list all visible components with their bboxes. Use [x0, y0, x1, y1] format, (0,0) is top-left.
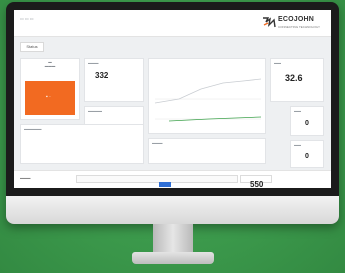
secondary-label: ▬▬▬▬	[88, 109, 102, 113]
side-card-top: ▬▬ 0	[290, 106, 324, 136]
orange-status-tile[interactable]: ▪ ·	[25, 81, 75, 115]
status-caption: ▬ ▬▬▬	[44, 60, 56, 68]
status-panel: ▬ ▬▬▬ ▪ ·	[20, 58, 80, 120]
footer-button[interactable]	[159, 182, 171, 187]
kpi-right-value: 32.6	[285, 73, 303, 83]
trend-chart-canvas	[154, 78, 262, 122]
kpi-left-label: ▬▬▬	[88, 61, 99, 65]
monitor-stand-base	[132, 252, 214, 264]
status-tile-glyph: ▪ ·	[46, 94, 51, 100]
top-bar: ▭ ▭ ▭ ECOJOHN CONNECTING TECHNOLOGY	[14, 10, 331, 37]
side-card-bottom-value: 0	[305, 153, 309, 160]
breadcrumb: ▭ ▭ ▭	[20, 16, 34, 21]
trend-chart	[148, 58, 266, 134]
footer-input[interactable]	[76, 175, 238, 183]
bottom-center-label: ▬▬▬	[152, 141, 163, 145]
brand-logo: ECOJOHN CONNECTING TECHNOLOGY	[262, 15, 328, 31]
side-card-bottom-label: ▬▬	[294, 143, 301, 147]
bottom-left-label: ▬▬▬▬▬	[24, 127, 42, 131]
tab-status[interactable]: Status	[20, 42, 44, 52]
kpi-card-left: ▬▬▬ 332	[84, 58, 144, 102]
brand-name: ECOJOHN	[278, 16, 315, 23]
bottom-left-card: ▬▬▬▬▬	[20, 124, 144, 164]
footer-bar: ▬▬▬ 550	[14, 170, 331, 188]
side-card-top-label: ▬▬	[294, 109, 301, 113]
kpi-right-label: ▬▬	[274, 61, 281, 65]
monitor-chin	[6, 196, 339, 224]
ecojohn-logo-icon	[263, 17, 276, 28]
monitor-stand-neck	[153, 224, 193, 254]
kpi-left-value: 332	[95, 71, 109, 80]
kpi-card-right: ▬▬ 32.6	[270, 58, 324, 102]
dashboard-screen: ▭ ▭ ▭ ECOJOHN CONNECTING TECHNOLOGY Stat…	[14, 10, 331, 188]
footer-label: ▬▬▬	[20, 176, 31, 180]
brand-tagline: CONNECTING TECHNOLOGY	[278, 25, 320, 29]
bottom-center-card: ▬▬▬	[148, 138, 266, 164]
side-card-top-value: 0	[305, 120, 309, 127]
side-card-bottom: ▬▬ 0	[290, 140, 324, 168]
footer-value: 550	[250, 180, 264, 188]
